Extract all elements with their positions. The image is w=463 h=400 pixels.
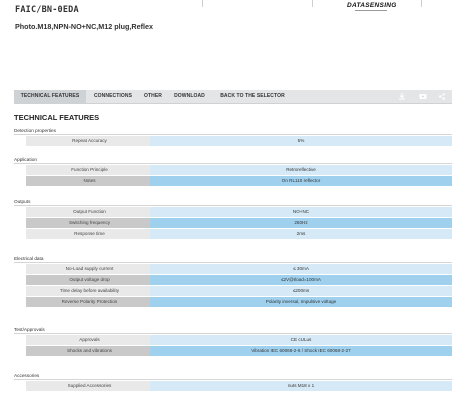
tab-download[interactable]: DOWNLOAD <box>171 90 208 103</box>
table-row: Function Principle Retroreflective <box>14 165 452 175</box>
download-icon[interactable] <box>398 93 406 100</box>
row-label: Function Principle <box>26 165 153 175</box>
group-title: Outputs <box>14 198 452 206</box>
group-detection-properties: Detection properties Repeat Accuracy 5% <box>14 127 452 146</box>
row-value: 5% <box>150 136 452 146</box>
table-row: Time delay before availability ≤200ms <box>14 286 452 296</box>
row-value: nuts M18 x 1 <box>150 381 452 391</box>
table-row: Switching frequency 250Hz <box>14 218 452 228</box>
row-value: CE cULus <box>150 335 452 345</box>
header-divider <box>312 0 313 7</box>
header-divider <box>202 0 203 7</box>
row-label: No-Load supply current <box>26 264 153 274</box>
header-divider <box>421 0 422 7</box>
group-title: Test/Approvals <box>14 326 452 334</box>
tab-technical-features[interactable]: TECHNICAL FEATURES <box>14 90 86 103</box>
video-icon[interactable] <box>419 93 427 100</box>
table-row: Shocks and vibrations Vibration IEC 6006… <box>14 346 452 356</box>
group-title: Accessories <box>14 372 452 380</box>
table-row: Notes On RL110 reflector <box>14 176 452 186</box>
row-value: ≤ 30mA <box>150 264 452 274</box>
table-row: Repeat Accuracy 5% <box>14 136 452 146</box>
table-row: Response time 2ms <box>14 229 452 239</box>
tab-connections[interactable]: CONNECTIONS <box>88 90 138 103</box>
row-label: Shocks and vibrations <box>26 346 153 356</box>
row-value: ≤2V@Iload=100mA <box>150 275 452 285</box>
row-label: Repeat Accuracy <box>26 136 153 146</box>
group-electrical-data: Electrical data No-Load supply current ≤… <box>14 255 452 307</box>
product-tabs-bar: TECHNICAL FEATURES CONNECTIONS OTHER DOW… <box>14 90 452 104</box>
row-value: Retroreflective <box>150 165 452 175</box>
row-value: 2ms <box>150 229 452 239</box>
tab-other[interactable]: OTHER <box>141 90 165 103</box>
row-label: Output voltage drop <box>26 275 153 285</box>
product-model: FAIC/BN-0EDA <box>15 5 79 15</box>
table-row: Output voltage drop ≤2V@Iload=100mA <box>14 275 452 285</box>
row-label: Supplied Accessories <box>26 381 153 391</box>
row-value: ≤200ms <box>150 286 452 296</box>
group-title: Detection properties <box>14 127 452 135</box>
row-label: Reverse Polarity Protection <box>26 297 153 307</box>
brand-logo[interactable]: DATASENSING <box>347 2 397 9</box>
share-icon[interactable] <box>438 93 446 100</box>
group-accessories: Accessories Supplied Accessories nuts M1… <box>14 372 452 391</box>
table-row: Supplied Accessories nuts M18 x 1 <box>14 381 452 391</box>
row-value: Vibration IEC 60068-2-6 / Shock IEC 6006… <box>150 346 452 356</box>
row-label: Response time <box>26 229 153 239</box>
table-row: Output Function NO+NC <box>14 207 452 217</box>
tab-back-to-selector[interactable]: BACK TO THE SELECTOR <box>215 90 290 103</box>
row-label: Output Function <box>26 207 153 217</box>
row-value: Polarity inversal, Impulsive voltage <box>150 297 452 307</box>
group-application: Application Function Principle Retrorefl… <box>14 156 452 186</box>
row-value: On RL110 reflector <box>150 176 452 186</box>
table-row: Approvals CE cULus <box>14 335 452 345</box>
group-test-approvals: Test/Approvals Approvals CE cULus Shocks… <box>14 326 452 356</box>
group-title: Electrical data <box>14 255 452 263</box>
row-label: Time delay before availability <box>26 286 153 296</box>
row-label: Switching frequency <box>26 218 153 228</box>
table-row: No-Load supply current ≤ 30mA <box>14 264 452 274</box>
row-label: Approvals <box>26 335 153 345</box>
group-title: Application <box>14 156 452 164</box>
brand-logo-underline <box>355 10 387 11</box>
row-label: Notes <box>26 176 153 186</box>
product-subtitle: Photo.M18,NPN-NO+NC,M12 plug,Reflex <box>15 22 153 31</box>
group-outputs: Outputs Output Function NO+NC Switching … <box>14 198 452 239</box>
row-value: NO+NC <box>150 207 452 217</box>
row-value: 250Hz <box>150 218 452 228</box>
section-title: TECHNICAL FEATURES <box>14 113 100 122</box>
table-row: Reverse Polarity Protection Polarity inv… <box>14 297 452 307</box>
